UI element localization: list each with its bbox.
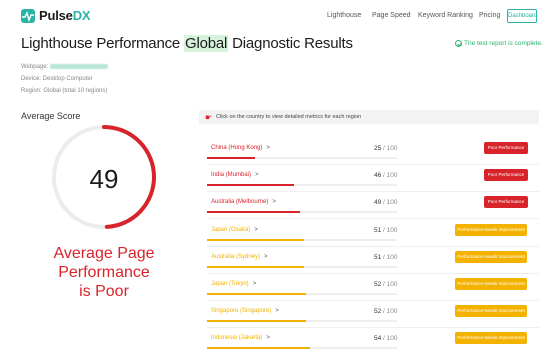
region-score: 49 / 100: [374, 199, 398, 207]
nav-lighthouse[interactable]: Lighthouse: [327, 12, 361, 19]
page-title: Lighthouse Performance Global Diagnostic…: [21, 35, 353, 52]
performance-status-badge[interactable]: Poor Performance: [484, 196, 528, 209]
row-divider: [207, 164, 539, 165]
performance-status-badge[interactable]: Performance Needs Improvement: [455, 332, 527, 345]
score-bar-fill: [207, 184, 295, 187]
region-row[interactable]: Australia (Sydney) > 51 / 100 Performance N…: [207, 248, 539, 276]
score-bar-track: [207, 184, 397, 187]
check-circle-icon: [455, 40, 462, 47]
region-score: 25 / 100: [374, 145, 398, 152]
score-bar-track: [207, 265, 397, 268]
score-bar-fill: [207, 320, 306, 323]
hand-pointer-icon: ☛: [205, 113, 213, 122]
average-score-label: Average Score: [21, 111, 81, 121]
chevron-right-icon: >: [272, 199, 276, 206]
score-bar-fill: [207, 265, 304, 268]
region-score: 54 / 100: [374, 335, 398, 343]
nav-pricing[interactable]: Pricing: [479, 12, 500, 19]
webpage-meta: Webpage:: [21, 64, 109, 70]
nav-page-speed[interactable]: Page Speed: [372, 12, 411, 19]
row-divider: [207, 300, 539, 301]
row-divider: [207, 218, 539, 220]
region-score: 51 / 100: [374, 226, 398, 234]
pulsedx-logo[interactable]: PulseDX: [21, 8, 91, 23]
score-bar-track: [207, 157, 397, 159]
performance-verdict: Average Page Performance is Poor: [53, 245, 155, 300]
region-name-link[interactable]: Indonesia (Jakarta) >: [211, 335, 270, 341]
test-complete-status: The test report is complete.: [455, 40, 543, 47]
blurred-url: [50, 64, 109, 69]
performance-status-badge[interactable]: Poor Performance: [484, 169, 528, 182]
score-bar-fill: [207, 157, 255, 159]
row-divider: [207, 272, 539, 274]
logo-wordmark: PulseDX: [39, 8, 91, 23]
device-meta: Device: Desktop Computer: [21, 76, 93, 82]
region-name-link[interactable]: Japan (Tokyo) >: [211, 281, 256, 287]
region-row[interactable]: Singapore (Singapore) > 52 / 100 Performanc…: [207, 302, 539, 330]
region-row[interactable]: Indonesia (Jakarta) > 54 / 100 Performance …: [207, 329, 539, 350]
region-name-link[interactable]: India (Mumbai) >: [211, 172, 259, 178]
score-bar-track: [207, 211, 397, 214]
region-row[interactable]: Japan (Tokyo) > 52 / 100 Performance Needs …: [207, 275, 539, 303]
chevron-right-icon: >: [264, 253, 268, 260]
score-bar-fill: [207, 347, 310, 350]
score-bar-fill: [207, 238, 304, 241]
score-bar-track: [207, 238, 397, 241]
top-navigation: PulseDX Lighthouse Page Speed Keyword Ra…: [0, 0, 560, 33]
region-score: 52 / 100: [374, 308, 398, 316]
performance-status-badge[interactable]: Poor Performance: [484, 142, 528, 154]
info-banner: ☛ Click on the country to view detailed …: [199, 110, 539, 124]
region-score: 51 / 100: [374, 253, 398, 261]
region-row[interactable]: Australia (Melbourne) > 49 / 100 Poor Perfo…: [207, 193, 539, 221]
performance-status-badge[interactable]: Performance Needs Improvement: [455, 250, 527, 263]
region-row[interactable]: China (Hong Kong) > 25 / 100 Poor Performan…: [207, 139, 539, 167]
score-bar-track: [207, 320, 397, 323]
performance-status-badge[interactable]: Performance Needs Improvement: [455, 305, 527, 318]
row-divider: [207, 191, 539, 193]
dashboard-button[interactable]: Dashboard: [507, 9, 537, 23]
average-score-value: 49: [89, 164, 119, 194]
chevron-right-icon: >: [252, 281, 257, 287]
chevron-right-icon: >: [266, 335, 270, 342]
region-name-link[interactable]: Australia (Melbourne) >: [211, 199, 276, 205]
region-name-link[interactable]: Singapore (Singapore) >: [211, 308, 279, 314]
chevron-right-icon: >: [275, 308, 279, 315]
chevron-right-icon: >: [255, 172, 259, 179]
region-name-link[interactable]: Australia (Sydney) >: [211, 254, 268, 260]
row-divider: [207, 245, 539, 247]
region-row[interactable]: Japan (Osaka) > 51 / 100 Performance Needs …: [207, 221, 539, 249]
score-bar-fill: [207, 293, 306, 295]
performance-status-badge[interactable]: Performance Needs Improvement: [455, 278, 527, 290]
nav-keyword-ranking[interactable]: Keyword Ranking: [418, 12, 473, 19]
region-name-link[interactable]: Japan (Osaka) >: [211, 227, 258, 233]
region-score: 46 / 100: [374, 172, 398, 180]
score-bar-fill: [207, 211, 301, 214]
chevron-right-icon: >: [266, 145, 270, 151]
row-divider: [207, 327, 539, 329]
performance-status-badge[interactable]: Performance Needs Improvement: [455, 223, 527, 236]
chevron-right-icon: >: [254, 226, 258, 233]
score-bar-track: [207, 293, 397, 295]
score-bar-track: [207, 347, 397, 350]
region-meta: Region: Global (total 10 regions): [21, 88, 108, 94]
pulse-logo-icon: [21, 8, 35, 23]
region-row[interactable]: India (Mumbai) > 46 / 100 Poor Performance: [207, 166, 539, 194]
region-score: 52 / 100: [374, 281, 398, 288]
region-name-link[interactable]: China (Hong Kong) >: [211, 145, 270, 151]
